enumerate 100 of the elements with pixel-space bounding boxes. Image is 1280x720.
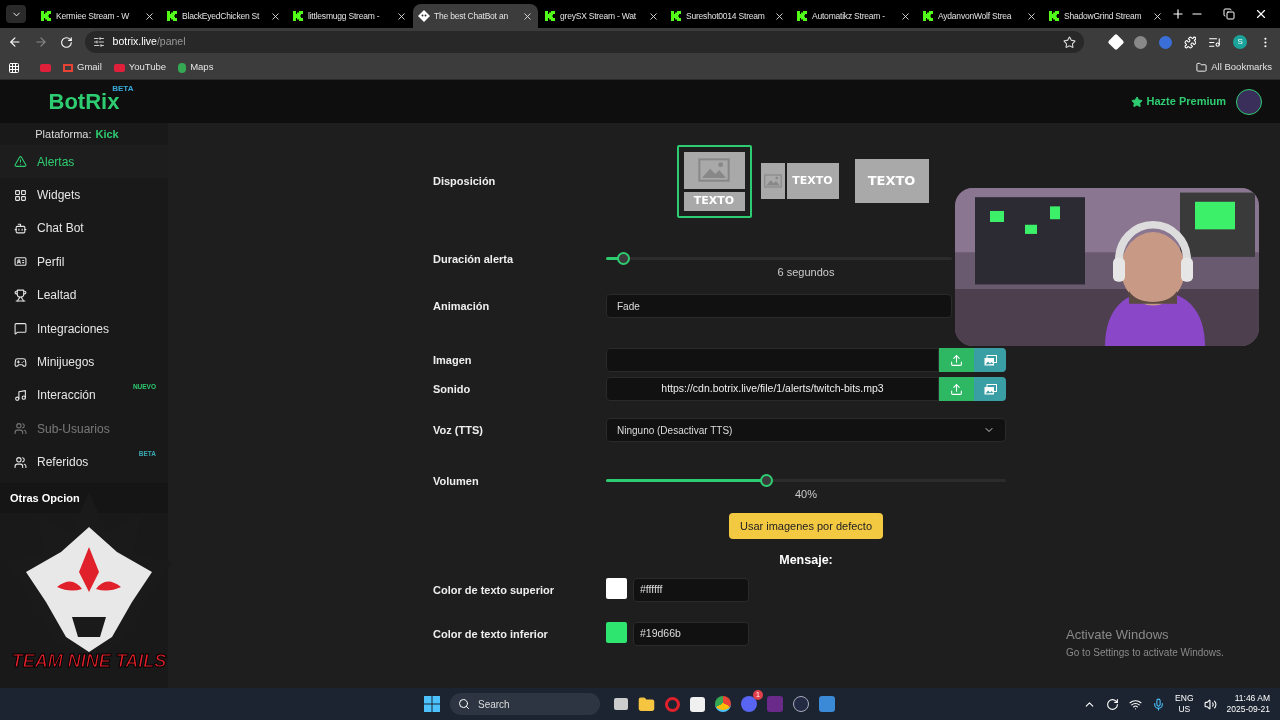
language-indicator[interactable]: ENG — [1175, 693, 1194, 704]
users-icon — [14, 455, 27, 469]
microphone-icon[interactable] — [1152, 697, 1166, 711]
close-icon[interactable] — [144, 10, 155, 22]
color-hex-field[interactable]: #19d66b — [633, 621, 749, 646]
grid-icon — [14, 188, 27, 202]
activation-title: Activate Windows — [1066, 626, 1170, 644]
section-heading: Mensaje: — [779, 552, 833, 569]
gallery-button[interactable] — [974, 377, 1006, 401]
tab-title: littlesmugg Stream - — [308, 9, 381, 23]
close-icon[interactable] — [648, 10, 659, 22]
color-swatch[interactable] — [606, 577, 627, 599]
tab-search-button[interactable] — [6, 5, 26, 23]
star-icon[interactable] — [1062, 35, 1076, 49]
windows-start-icon[interactable] — [424, 696, 440, 712]
animation-select[interactable]: Fade — [606, 294, 952, 318]
new-tab-icon[interactable] — [1171, 7, 1185, 21]
close-icon[interactable] — [522, 10, 533, 22]
close-icon[interactable] — [396, 10, 407, 22]
close-icon[interactable] — [900, 10, 911, 22]
media-icon[interactable] — [1208, 35, 1222, 49]
tab-title: Sureshot0014 Stream — [686, 9, 766, 23]
browser-tab[interactable]: BlackEyedChicken St — [161, 4, 286, 28]
puzzle-icon[interactable] — [1183, 35, 1197, 49]
layout-text-label: TEXTO — [693, 192, 735, 209]
sidebar-item[interactable]: Alertas — [0, 145, 168, 179]
sync-icon[interactable] — [1106, 697, 1120, 711]
image-url-field[interactable] — [606, 348, 939, 372]
site-info-icon — [92, 36, 105, 48]
browser-tab[interactable]: Automatikz Stream - — [791, 4, 916, 28]
tts-select[interactable]: Ninguno (Desactivar TTS) — [606, 418, 1006, 442]
k-logo-icon — [922, 10, 934, 22]
browser-tab[interactable]: AydanvonWolf Strea — [917, 4, 1042, 28]
field-label: Volumen — [433, 474, 480, 489]
browser-tab[interactable]: ShadowGrind Stream — [1043, 4, 1168, 28]
browser-tab[interactable]: The best ChatBot an — [413, 4, 538, 28]
speaker-icon[interactable] — [1203, 697, 1217, 711]
apps-icon[interactable] — [8, 61, 20, 74]
section-heading: Otras Opcion — [10, 490, 80, 506]
close-icon[interactable] — [1254, 7, 1268, 21]
k-logo-icon — [796, 10, 808, 22]
k-logo-icon — [670, 10, 682, 22]
close-icon[interactable] — [1152, 10, 1163, 22]
clock-time[interactable]: 11:46 AM — [1234, 693, 1270, 704]
id-card-icon — [14, 255, 27, 269]
close-icon[interactable] — [1026, 10, 1037, 22]
k-logo-icon — [544, 10, 556, 22]
browser-tab[interactable]: Sureshot0014 Stream — [665, 4, 790, 28]
bookmark-link[interactable]: All Bookmarks — [1211, 60, 1272, 75]
gamepad-icon — [14, 355, 27, 369]
field-label: Duración alerta — [433, 252, 515, 267]
slider-handle[interactable] — [617, 252, 631, 265]
taskbar-search[interactable]: Search — [450, 693, 600, 715]
default-images-button[interactable]: Usar imagenes por defecto — [728, 513, 884, 539]
k-logo-icon — [166, 10, 178, 22]
beta-label: BETA — [112, 83, 134, 93]
bookmark-link[interactable]: Maps — [190, 60, 214, 75]
close-icon[interactable] — [270, 10, 281, 22]
clock-date[interactable]: 2025-09-21 — [1226, 704, 1270, 715]
bookmark-link[interactable]: YouTube — [128, 60, 167, 75]
slider-reading: 6 segundos — [777, 265, 835, 280]
folder-icon[interactable] — [638, 695, 655, 713]
reload-icon[interactable] — [59, 35, 73, 49]
browser-tab[interactable]: littlesmugg Stream - — [287, 4, 412, 28]
tab-title: The best ChatBot an — [434, 9, 509, 23]
star-icon — [1130, 95, 1143, 108]
k-logo-icon — [40, 10, 52, 22]
forward-icon[interactable] — [33, 35, 48, 49]
k-logo-icon — [1048, 10, 1060, 22]
region-indicator[interactable]: US — [1178, 704, 1191, 715]
premium-link[interactable]: Hazte Premium — [1130, 93, 1226, 110]
field-label: Color de texto inferior — [433, 626, 549, 642]
tab-title: Kermiee Stream - W — [56, 9, 131, 23]
bookmark-link[interactable]: Gmail — [77, 60, 102, 75]
field-label: Color de texto superior — [433, 582, 556, 598]
activation-text: Go to Settings to activate Windows. — [1066, 645, 1224, 660]
restore-icon[interactable] — [1223, 8, 1235, 20]
browser-tab[interactable]: greySX Stream - Wat — [539, 4, 664, 28]
chat-icon — [14, 322, 27, 336]
address-bar[interactable]: botrix.live/panel — [84, 31, 1084, 53]
color-swatch[interactable] — [606, 621, 627, 643]
close-icon[interactable] — [774, 10, 785, 22]
layout-text-label: TEXTO — [792, 172, 833, 189]
gallery-button[interactable] — [974, 348, 1006, 372]
image-placeholder-icon — [763, 174, 782, 188]
wifi-icon[interactable] — [1129, 697, 1143, 711]
upload-icon — [950, 353, 963, 367]
slider-handle[interactable] — [760, 474, 773, 487]
field-label: Imagen — [433, 352, 473, 368]
platform-name: Kick — [95, 126, 119, 142]
user-avatar[interactable] — [1236, 88, 1262, 115]
k-logo-icon — [292, 10, 304, 22]
field-label: Sonido — [433, 381, 472, 397]
sound-url-field[interactable]: https://cdn.botrix.live/file/1/alerts/twitch-bits.mp3 — [606, 377, 939, 401]
slider-reading: 40% — [795, 487, 817, 502]
color-hex-field[interactable]: #ffffff — [633, 577, 749, 602]
back-icon[interactable] — [8, 35, 22, 49]
field-label: Disposición — [433, 173, 497, 189]
images-icon — [983, 383, 997, 395]
browser-tab[interactable]: Kermiee Stream - W — [35, 4, 160, 28]
